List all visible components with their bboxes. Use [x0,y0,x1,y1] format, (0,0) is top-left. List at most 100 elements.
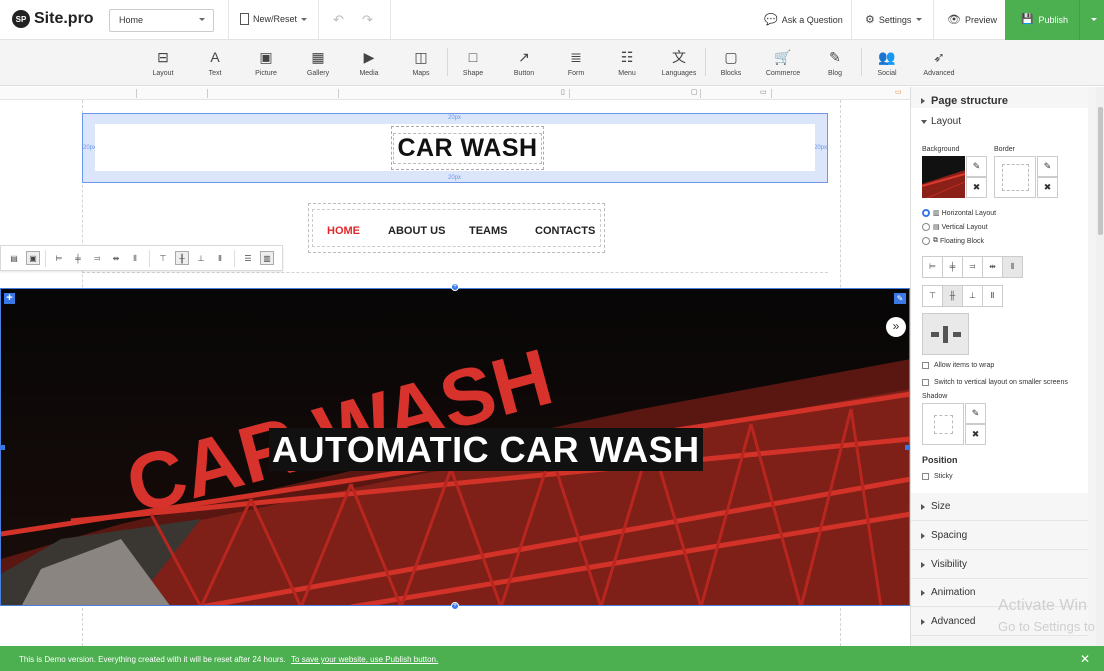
align-top-icon[interactable]: ⊤ [156,251,170,265]
site-title[interactable]: CAR WASH [393,132,542,164]
tool-shape[interactable]: □ Shape [448,48,498,77]
space-around-icon[interactable]: ⦀ [1002,256,1023,278]
nav-item-contacts[interactable]: CONTACTS [535,225,595,237]
shadow-preview[interactable] [922,403,964,445]
nav-item-about-us[interactable]: ABOUT US [388,225,445,237]
radio-floating-block[interactable]: ⧉ Floating Block [922,237,984,245]
tool-commerce[interactable]: 🛒 Commerce [758,48,808,77]
phone-breakpoint-icon[interactable]: ▯ [561,88,565,96]
border-preview[interactable] [994,156,1036,198]
radio-vertical-layout[interactable]: ▤ Vertical Layout [922,223,988,231]
align-center-icon[interactable]: ╪ [942,256,963,278]
tool-maps[interactable]: ◫ Maps [396,48,446,77]
resize-handle-bottom[interactable]: + [451,602,459,610]
edit-shadow-icon[interactable]: ✎ [965,403,986,424]
new-reset-button[interactable]: New/Reset [240,13,308,25]
checkbox[interactable] [922,379,929,386]
space-between-icon[interactable]: ⇹ [982,256,1003,278]
publish-main[interactable]: 💾 Publish [1021,14,1068,25]
tablet-breakpoint-icon[interactable]: ▢ [691,88,698,96]
tool-menu[interactable]: ☷ Menu [602,48,652,77]
stretch-icon[interactable]: Ⅱ [213,251,227,265]
columns-icon[interactable]: ▥ [260,251,274,265]
remove-shadow-icon[interactable]: ✖ [965,424,986,445]
tool-picture[interactable]: ▣ Picture [241,48,291,77]
rows-icon[interactable]: ☰ [241,251,255,265]
align-left-icon[interactable]: ⊨ [922,256,943,278]
checkbox[interactable] [922,362,929,369]
size-section[interactable]: Size [911,493,1088,521]
align-right-icon[interactable]: ⫤ [962,256,983,278]
page-select[interactable]: Home [109,9,214,32]
title-container[interactable]: CAR WASH [391,126,544,170]
sticky-checkbox[interactable]: Sticky [922,473,953,480]
layout-section[interactable]: Layout [911,108,1088,136]
laptop-breakpoint-icon[interactable]: ▭ [760,88,767,96]
checkbox[interactable] [922,473,929,480]
stretch-icon[interactable]: Ⅱ [982,285,1003,307]
edit-border-icon[interactable]: ✎ [1037,156,1058,177]
hero-section[interactable]: CAR WASH AUTOMATIC CAR WASH + ✎ » [0,288,910,606]
desktop-breakpoint-icon[interactable]: ▭ [895,88,902,96]
tool-button[interactable]: ↗ Button [499,48,549,77]
ask-question-button[interactable]: 💬 Ask a Question [764,13,843,26]
allow-wrap-checkbox[interactable]: Allow items to wrap [922,362,994,369]
tool-media[interactable]: ▶ Media [344,48,394,77]
preview-button[interactable]: 👁 Preview [947,13,997,26]
add-element-icon[interactable]: + [4,293,15,304]
radio-button[interactable] [922,209,930,217]
tool-gallery[interactable]: ▦ Gallery [293,48,343,77]
tool-form[interactable]: ≣ Form [551,48,601,77]
align-middle-icon[interactable]: ╫ [942,285,963,307]
align-left-icon[interactable]: ⊨ [52,251,66,265]
tool-layout[interactable]: ⊟ Layout [138,48,188,77]
redo-icon[interactable]: ↷ [362,12,373,28]
radio-horizontal-layout[interactable]: ▥ Horizontal Layout [922,209,996,217]
switch-vertical-checkbox[interactable]: Switch to vertical layout on smaller scr… [922,379,1068,386]
tool-text[interactable]: A Text [190,48,240,77]
panel-scrollbar-thumb[interactable] [1098,107,1103,235]
boxed-width-icon[interactable]: ▣ [26,251,40,265]
tool-label: Maps [412,70,430,77]
edit-background-icon[interactable]: ✎ [966,156,987,177]
nav-item-teams[interactable]: TEAMS [469,225,508,237]
demo-publish-link[interactable]: To save your website, use Publish button… [291,655,438,664]
align-right-icon[interactable]: ⫤ [90,251,104,265]
align-middle-icon[interactable]: ╫ [175,251,189,265]
edit-pencil-icon[interactable]: ✎ [894,293,906,304]
align-bottom-icon[interactable]: ⊥ [962,285,983,307]
visibility-section[interactable]: Visibility [911,551,1088,579]
align-bottom-icon[interactable]: ⊥ [194,251,208,265]
space-around-icon[interactable]: ⦀ [128,251,142,265]
remove-background-icon[interactable]: ✖ [966,177,987,198]
editor-canvas[interactable]: 20px 20px 20px 20px CAR WASH HOME ABOUT … [0,100,910,646]
align-center-icon[interactable]: ╪ [71,251,85,265]
align-top-icon[interactable]: ⊤ [922,285,943,307]
remove-border-icon[interactable]: ✖ [1037,177,1058,198]
publish-button[interactable]: 💾 Publish [1005,0,1104,40]
site-pro-logo[interactable]: SP Site.pro [12,10,94,28]
spacing-section[interactable]: Spacing [911,522,1088,550]
nav-item-home[interactable]: HOME [327,225,360,237]
nav-menu-block[interactable]: HOME ABOUT US TEAMS CONTACTS [308,203,605,253]
space-between-icon[interactable]: ⇹ [109,251,123,265]
background-thumbnail[interactable] [922,156,965,198]
tool-languages[interactable]: 文 Languages [654,48,704,77]
undo-icon[interactable]: ↶ [333,12,344,28]
hero-title[interactable]: AUTOMATIC CAR WASH [269,428,703,471]
close-icon[interactable]: ✕ [1080,652,1090,666]
radio-button[interactable] [922,223,930,231]
tool-advanced[interactable]: ➶ Advanced [914,48,964,77]
radio-button[interactable] [922,237,930,245]
resize-handle-left[interactable] [0,445,5,450]
save-icon: 💾 [1021,14,1034,25]
next-slide-icon[interactable]: » [886,317,906,337]
publish-dropdown-icon[interactable] [1091,18,1097,21]
header-block[interactable]: 20px 20px 20px 20px CAR WASH [82,113,828,183]
tool-blog[interactable]: ✎ Blog [810,48,860,77]
tool-social[interactable]: 👥 Social [862,48,912,77]
full-width-icon[interactable]: ▤ [7,251,21,265]
resize-handle-top[interactable]: + [451,283,459,291]
tool-blocks[interactable]: ▢ Blocks [706,48,756,77]
settings-button[interactable]: ⚙ Settings [865,13,923,26]
